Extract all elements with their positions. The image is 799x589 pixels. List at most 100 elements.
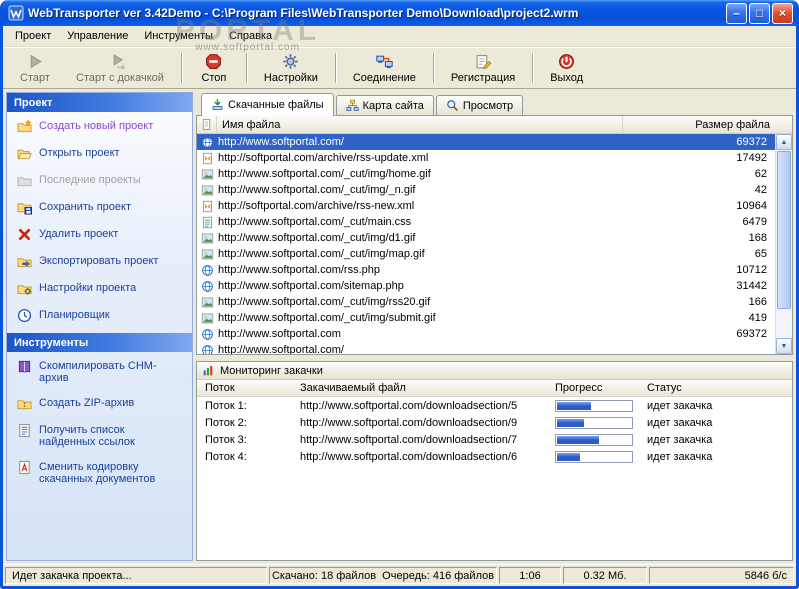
menu-item-1[interactable]: Управление [59, 28, 136, 44]
html-icon [201, 280, 214, 293]
file-row[interactable]: http://www.softportal.com/sitemap.php 314… [197, 278, 775, 294]
scroll-down-button[interactable]: ▼ [776, 338, 792, 354]
toolbar-button-6[interactable]: Выход [537, 49, 596, 87]
new-project-icon [16, 119, 32, 134]
file-size: 42 [754, 184, 767, 196]
progress-bar [555, 399, 633, 412]
monitor-status: идет закачка [647, 450, 713, 463]
sidebar-item-1-2[interactable]: Получить список найденных ссылок [16, 423, 188, 448]
sidebar-item-label: Планировщик [39, 309, 110, 321]
toolbar-button-5[interactable]: Регистрация [438, 49, 528, 87]
file-row[interactable]: http://www.softportal.com/_cut/img/submi… [197, 310, 775, 326]
sidebar-item-1-3[interactable]: Сменить кодировку скачанных документов [16, 460, 188, 485]
monitor-row: Поток 1: http://www.softportal.com/downlo… [197, 397, 792, 414]
tab-2[interactable]: Просмотр [435, 95, 524, 115]
sidebar-item-0-2[interactable]: Последние проекты [16, 173, 188, 188]
status-panel-4: 5846 б/с [649, 567, 794, 584]
file-row[interactable]: http://www.softportal.com/_cut/img/home.… [197, 166, 775, 182]
scroll-up-button[interactable]: ▲ [776, 134, 792, 150]
sidebar-item-label: Последние проекты [39, 174, 141, 186]
toolbar-button-2[interactable]: Стоп [186, 49, 242, 87]
sidebar-item-label: Открыть проект [39, 147, 120, 159]
file-name: http://www.softportal.com/_cut/main.css [218, 216, 412, 228]
progress-bar [555, 416, 633, 429]
image-icon [201, 168, 214, 181]
monitor-file: http://www.softportal.com/downloadsectio… [300, 450, 518, 463]
toolbar-button-4[interactable]: Соединение [340, 49, 429, 87]
file-row[interactable]: http://softportal.com/archive/rss-new.xm… [197, 198, 775, 214]
monitor-status: идет закачка [647, 416, 713, 429]
file-name: http://www.softportal.com [218, 328, 341, 340]
monitor-icon [202, 364, 215, 377]
save-project-icon [16, 200, 32, 215]
column-header-size[interactable]: Размер файла [622, 116, 792, 133]
toolbar-button-label: Старт с докачкой [76, 71, 164, 84]
file-row[interactable]: http://www.softportal.com/_cut/img/d1.gi… [197, 230, 775, 246]
file-row[interactable]: http://www.softportal.com/ [197, 342, 775, 354]
sidebar-item-1-1[interactable]: Создать ZIP-архив [16, 396, 188, 411]
encoding-icon [16, 460, 32, 475]
toolbar-button-label: Стоп [201, 71, 227, 84]
monitor-thread: Поток 2: [205, 416, 247, 429]
file-size: 10712 [736, 264, 767, 276]
start-icon [27, 53, 44, 70]
progress-fill [557, 452, 580, 461]
file-name: http://www.softportal.com/ [218, 136, 344, 148]
scroll-track[interactable] [776, 150, 792, 338]
maximize-button[interactable]: □ [749, 2, 770, 24]
registration-icon [475, 53, 492, 70]
monitor-row: Поток 3: http://www.softportal.com/downlo… [197, 431, 792, 448]
sidebar-item-label: Сменить кодировку скачанных документов [39, 461, 156, 485]
file-row[interactable]: http://www.softportal.com/69372 [197, 134, 775, 150]
title-bar: WebTransporter ver 3.42Demo - C:\Program… [3, 0, 796, 26]
file-size: 65 [754, 248, 767, 260]
sidebar-item-0-6[interactable]: Настройки проекта [16, 281, 188, 296]
vertical-scrollbar[interactable]: ▲ ▼ [775, 134, 792, 354]
file-row[interactable]: http://www.softportal.com/rss.php 10712 [197, 262, 775, 278]
sidebar-item-1-0[interactable]: Скомпилировать CHM-архив [16, 359, 188, 384]
resume-icon [111, 53, 128, 70]
monitor-column-3: Статус [647, 382, 682, 394]
file-size: 17492 [736, 152, 767, 164]
file-row[interactable]: http://softportal.com/archive/rss-update… [197, 150, 775, 166]
file-row[interactable]: http://www.softportal.com/_cut/img/_n.gi… [197, 182, 775, 198]
menu-item-3[interactable]: Справка [221, 28, 280, 44]
main-panel: Скачанные файлы Карта сайта Просмотр Имя ф… [196, 92, 793, 561]
file-name: http://www.softportal.com/_cut/img/_n.gi… [218, 184, 416, 196]
sidebar-item-0-3[interactable]: Сохранить проект [16, 200, 188, 215]
tab-1[interactable]: Карта сайта [335, 95, 434, 115]
sidebar-item-0-4[interactable]: Удалить проект [16, 227, 188, 242]
file-size: 419 [748, 312, 767, 324]
monitor-title: Мониторинг закачки [220, 364, 323, 377]
column-header-name[interactable]: Имя файла [216, 116, 622, 133]
sidebar-item-0-5[interactable]: Экспортировать проект [16, 254, 188, 269]
sidebar-list-1: Скомпилировать CHM-архив Создать ZIP-архи… [7, 352, 192, 495]
close-button[interactable]: × [772, 2, 793, 24]
file-row[interactable]: http://www.softportal.com/_cut/img/rss20… [197, 294, 775, 310]
monitor-status: идет закачка [647, 433, 713, 446]
file-row[interactable]: http://www.softportal.com/_cut/img/map.g… [197, 246, 775, 262]
scroll-thumb[interactable] [777, 151, 791, 309]
menu-item-2[interactable]: Инструменты [136, 28, 221, 44]
toolbar-button-0[interactable]: Старт [7, 49, 63, 87]
file-size: 6479 [742, 216, 767, 228]
html-icon [201, 344, 214, 354]
file-row[interactable]: http://www.softportal.com 69372 [197, 326, 775, 342]
menu-item-0[interactable]: Проект [7, 28, 59, 44]
sidebar-item-0-1[interactable]: Открыть проект [16, 146, 188, 161]
file-row[interactable]: http://www.softportal.com/_cut/main.css 6… [197, 214, 775, 230]
minimize-button[interactable]: – [726, 2, 747, 24]
file-name: http://www.softportal.com/_cut/img/home.… [218, 168, 431, 180]
sidebar-section-title: Проект [14, 96, 53, 109]
sitemap-icon [346, 99, 359, 112]
tab-0[interactable]: Скачанные файлы [201, 93, 334, 116]
sidebar-item-0-7[interactable]: Планировщик [16, 308, 188, 323]
progress-bar [555, 433, 633, 446]
progress-fill [557, 418, 584, 427]
toolbar-button-3[interactable]: Настройки [251, 49, 331, 87]
window-title: WebTransporter ver 3.42Demo - C:\Program… [28, 6, 579, 20]
monitor-thread: Поток 3: [205, 433, 247, 446]
toolbar-button-1[interactable]: Старт с докачкой [63, 49, 177, 87]
sidebar-item-label: Удалить проект [39, 228, 119, 240]
sidebar-item-0-0[interactable]: Создать новый проект [16, 119, 188, 134]
